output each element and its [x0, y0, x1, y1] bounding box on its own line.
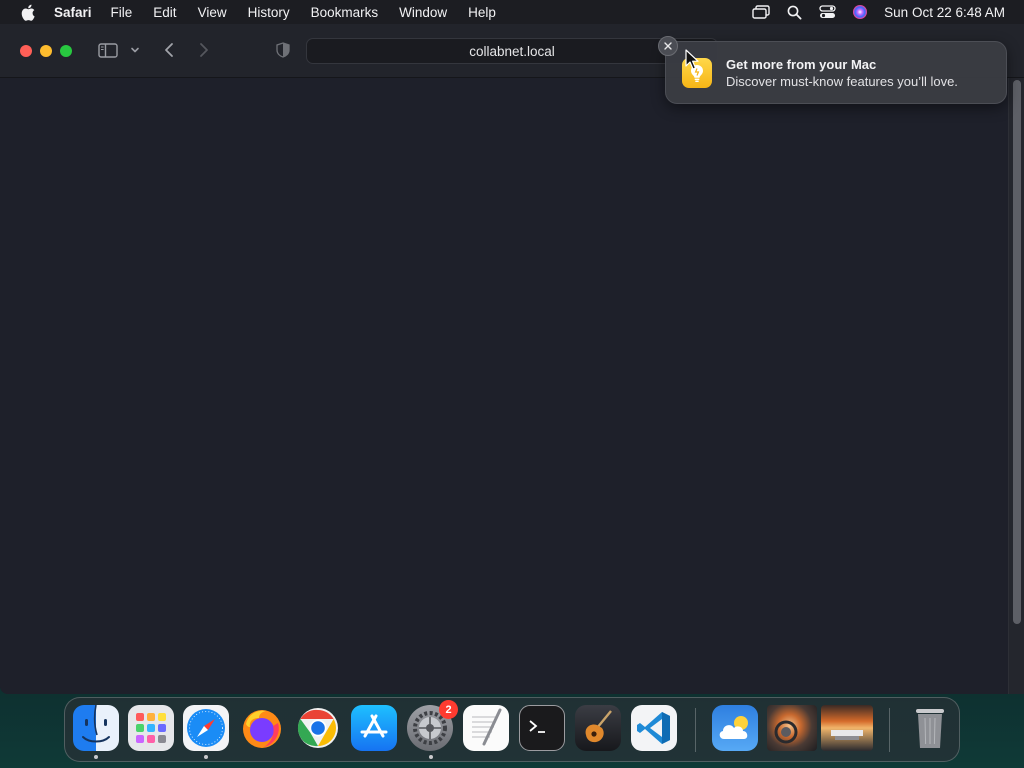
privacy-shield-icon[interactable]: [274, 41, 292, 59]
menu-bar: Safari File Edit View History Bookmarks …: [0, 0, 1024, 24]
menu-view[interactable]: View: [198, 5, 227, 20]
dock-trash-icon[interactable]: [907, 705, 953, 751]
dock-app-store-icon[interactable]: [351, 705, 397, 751]
screen-mirroring-icon[interactable]: [750, 3, 772, 21]
menu-file[interactable]: File: [111, 5, 133, 20]
dock-launchpad-icon[interactable]: [128, 705, 174, 751]
address-bar[interactable]: collabnet.local: [306, 38, 718, 64]
running-indicator: [429, 755, 433, 759]
address-text: collabnet.local: [469, 43, 555, 59]
window-minimize-button[interactable]: [40, 45, 52, 57]
control-center-icon[interactable]: [816, 3, 838, 21]
dock-safari-icon[interactable]: [183, 705, 229, 751]
menu-window[interactable]: Window: [399, 5, 447, 20]
menu-history[interactable]: History: [248, 5, 290, 20]
system-settings-badge: 2: [439, 700, 458, 719]
sidebar-icon[interactable]: [97, 41, 119, 59]
forward-icon[interactable]: [195, 41, 213, 59]
close-icon[interactable]: [658, 36, 678, 56]
menu-edit[interactable]: Edit: [153, 5, 176, 20]
running-indicator: [94, 755, 98, 759]
dock-weather-icon[interactable]: [712, 705, 758, 751]
page-content-area[interactable]: [0, 78, 1024, 694]
dock-firefox-icon[interactable]: [239, 705, 285, 751]
dock-separator: [695, 708, 696, 752]
window-zoom-button[interactable]: [60, 45, 72, 57]
menu-help[interactable]: Help: [468, 5, 496, 20]
dock-vscode-icon[interactable]: [631, 705, 677, 751]
apple-logo-icon[interactable]: [18, 4, 38, 21]
scrollbar-thumb[interactable]: [1013, 80, 1021, 624]
dock-textedit-icon[interactable]: [463, 705, 509, 751]
dock-separator: [889, 708, 890, 752]
menu-clock[interactable]: Sun Oct 22 6:48 AM: [884, 5, 1005, 20]
running-indicator: [204, 755, 208, 759]
dock-photo-thumbnail-2[interactable]: [821, 705, 873, 751]
dock-photo-thumbnail-1[interactable]: [767, 705, 817, 751]
notification-body: Discover must-know features you’ll love.: [726, 74, 958, 89]
back-icon[interactable]: [160, 41, 178, 59]
dock-garageband-icon[interactable]: [575, 705, 621, 751]
notification-title: Get more from your Mac: [726, 57, 877, 72]
spotlight-search-icon[interactable]: [783, 3, 805, 21]
mouse-pointer-icon: [685, 49, 699, 71]
dock-finder-icon[interactable]: [73, 705, 119, 751]
chevron-down-icon[interactable]: [129, 44, 141, 56]
dock-terminal-icon[interactable]: [519, 705, 565, 751]
window-close-button[interactable]: [20, 45, 32, 57]
siri-icon[interactable]: [849, 3, 871, 21]
safari-window: collabnet.local: [0, 24, 1024, 694]
notification-banner[interactable]: Get more from your Mac Discover must-kno…: [665, 41, 1007, 104]
menu-bookmarks[interactable]: Bookmarks: [311, 5, 379, 20]
dock-chrome-icon[interactable]: [295, 705, 341, 751]
dock: [64, 697, 960, 762]
menu-safari[interactable]: Safari: [54, 5, 92, 20]
